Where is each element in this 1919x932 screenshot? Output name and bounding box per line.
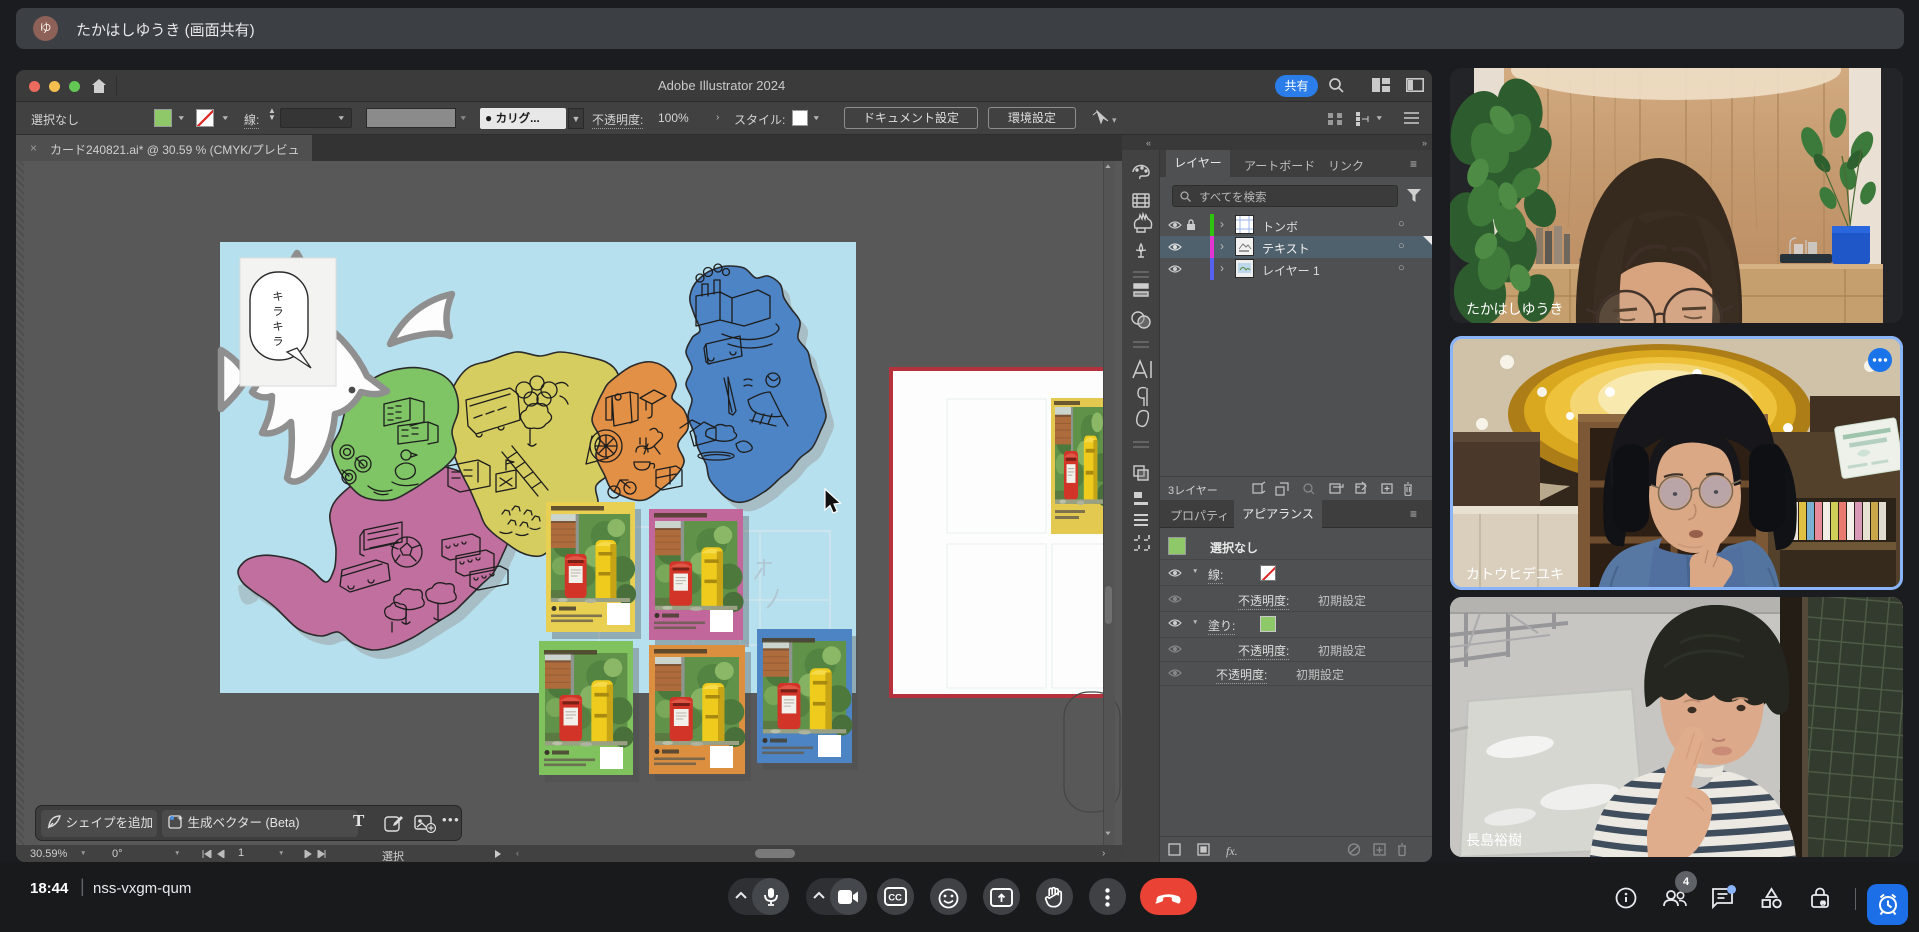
svg-text:キ: キ xyxy=(273,321,284,333)
svg-text:たかはしゆうき: たかはしゆうき xyxy=(1466,301,1563,317)
svg-text:キ: キ xyxy=(273,291,284,303)
svg-text:ラ: ラ xyxy=(273,336,284,348)
svg-text:ラ: ラ xyxy=(273,306,284,318)
svg-text:fx.: fx. xyxy=(1226,844,1238,858)
svg-text:CC: CC xyxy=(888,893,902,904)
svg-text:カトウヒデユキ: カトウヒデユキ xyxy=(1466,566,1564,582)
svg-text:長島裕樹: 長島裕樹 xyxy=(1466,832,1522,848)
svg-text:▾: ▾ xyxy=(1112,115,1117,125)
